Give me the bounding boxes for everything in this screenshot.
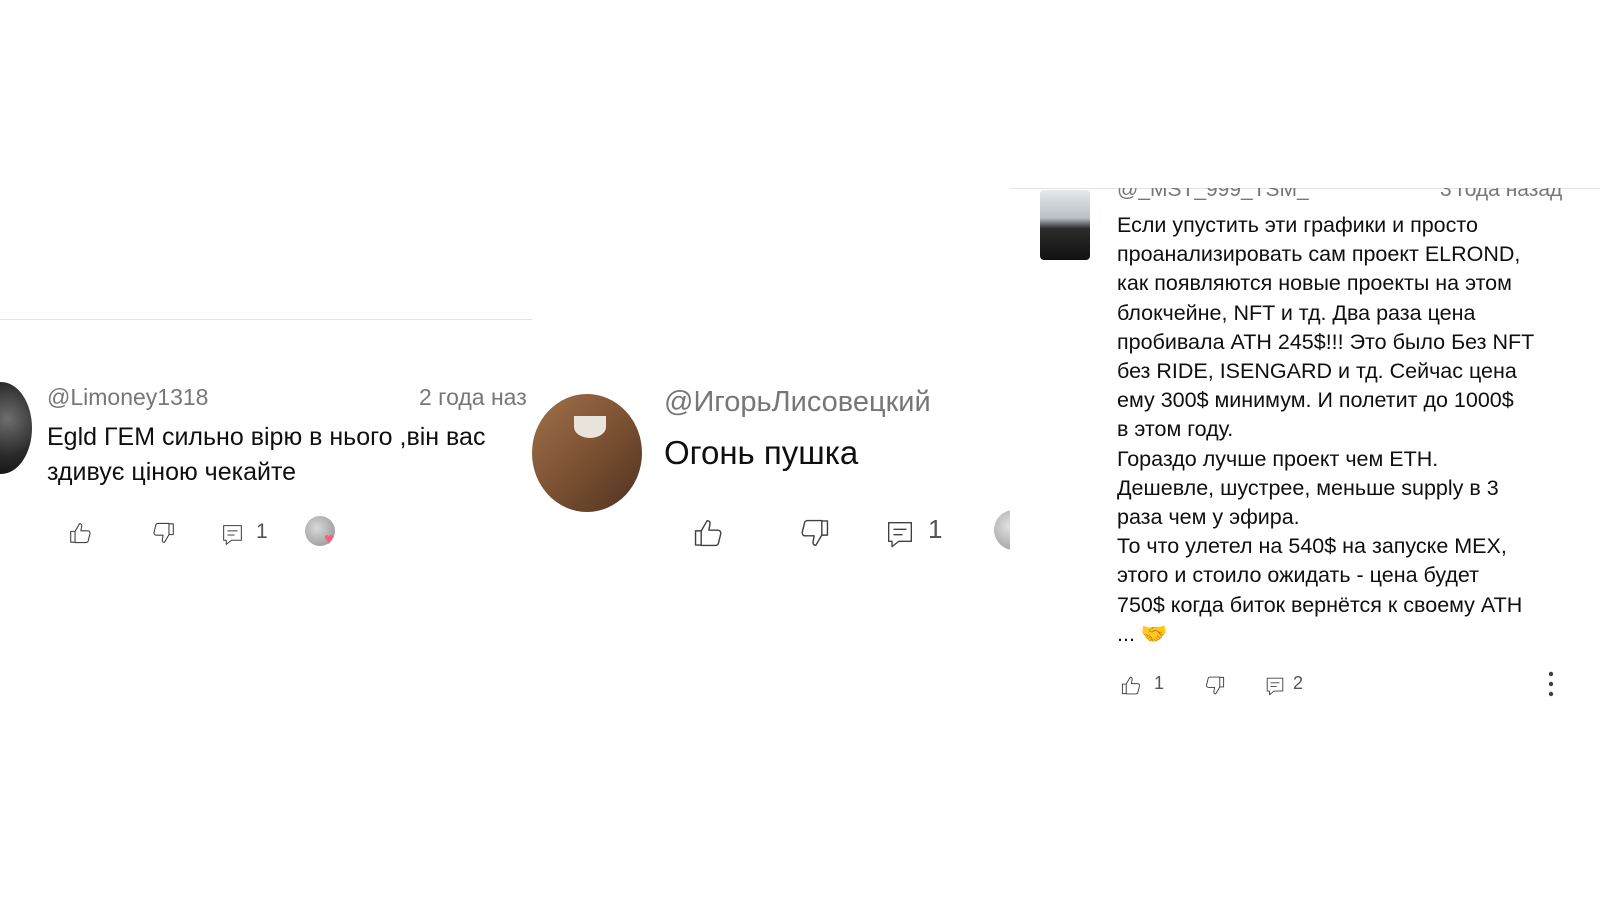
comment-text: Огонь пушка [664, 434, 859, 471]
thumbs-up-icon[interactable] [692, 516, 726, 550]
heart-icon: ♥ [324, 531, 334, 548]
thumbs-up-icon[interactable] [68, 520, 94, 546]
comment-timestamp[interactable]: 3 года назад [1440, 188, 1562, 202]
thumbs-up-icon[interactable] [1120, 674, 1143, 697]
comment-author[interactable]: @Limoney1318 [47, 384, 208, 411]
avatar[interactable] [1040, 190, 1090, 260]
reply-count[interactable]: 2 [1293, 673, 1303, 694]
comment-card-2: @ИгорьЛисовецкий Огонь пушка 1 [532, 380, 1010, 620]
thumbs-down-icon[interactable] [1203, 674, 1226, 697]
comment-text: Egld ГЕМ сильно вірю в нього ,він вас зд… [47, 423, 486, 486]
comment-timestamp[interactable]: 2 года наз [419, 384, 527, 411]
comment-author[interactable]: @ИгорьЛисовецкий [664, 386, 931, 419]
divider [0, 319, 532, 320]
comment-text: Если упустить эти графики и просто проан… [1117, 213, 1535, 646]
reply-icon[interactable] [1264, 675, 1286, 697]
reply-icon[interactable] [220, 522, 245, 547]
comment-author[interactable]: @_MST_999_TSM_ [1117, 188, 1309, 202]
creator-heart-avatar [994, 510, 1010, 550]
thumbs-down-icon[interactable] [797, 516, 831, 550]
thumbs-down-icon[interactable] [150, 520, 176, 546]
comment-card-1: @Limoney1318 2 года наз Egld ГЕМ сильно … [0, 300, 532, 562]
like-count: 1 [1154, 673, 1165, 693]
comment-card-3: @_MST_999_TSM_ 3 года назад Если упустит… [1010, 188, 1600, 728]
more-vertical-icon[interactable] [1541, 669, 1561, 699]
reply-count[interactable]: 1 [256, 520, 268, 544]
reply-icon[interactable] [884, 518, 916, 550]
avatar[interactable] [532, 394, 642, 512]
avatar[interactable] [0, 382, 32, 474]
reply-count[interactable]: 1 [928, 514, 942, 545]
